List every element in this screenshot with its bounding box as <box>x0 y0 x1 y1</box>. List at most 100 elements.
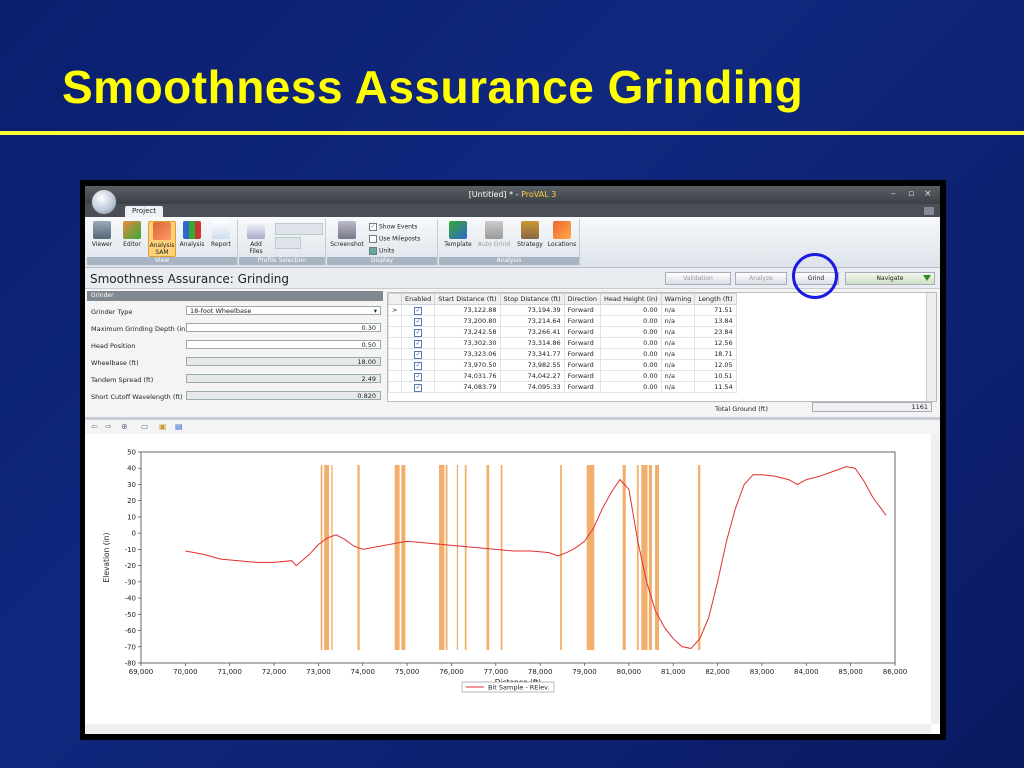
table-cell[interactable]: Forward <box>563 348 602 360</box>
strategy-button[interactable]: Strategy <box>515 221 545 248</box>
table-cell[interactable]: 0.00 <box>600 304 662 316</box>
tab-project[interactable]: Project <box>125 206 163 217</box>
row-header[interactable] <box>388 315 402 327</box>
enabled-checkbox[interactable]: ✓ <box>414 339 423 348</box>
table-cell[interactable]: 74,083.79 <box>434 381 501 393</box>
table-cell[interactable]: 0.00 <box>600 370 662 382</box>
table-cell[interactable]: 12.56 <box>694 337 737 349</box>
table-cell[interactable]: Forward <box>563 315 602 327</box>
enabled-checkbox[interactable]: ✓ <box>414 372 423 381</box>
table-cell[interactable]: 0.00 <box>600 326 662 338</box>
copy-icon[interactable]: ▣ <box>159 422 167 431</box>
validation-button[interactable]: Validation <box>665 272 731 285</box>
table-cell[interactable]: 74,031.76 <box>434 370 501 382</box>
analyze-button[interactable]: Analyze <box>735 272 787 285</box>
locations-button[interactable]: Locations <box>547 221 577 248</box>
table-cell[interactable]: Forward <box>563 370 602 382</box>
row-header[interactable] <box>388 326 402 338</box>
table-cell[interactable]: 73,341.77 <box>499 348 565 360</box>
table-cell[interactable]: n/a <box>660 315 696 327</box>
enabled-cell[interactable]: ✓ <box>400 381 436 393</box>
table-cell[interactable]: 73,214.64 <box>499 315 565 327</box>
table-cell[interactable]: n/a <box>660 381 696 393</box>
table-cell[interactable]: 0.00 <box>600 348 662 360</box>
enabled-cell[interactable]: ✓ <box>400 348 436 360</box>
enabled-cell[interactable]: ✓ <box>400 315 436 327</box>
table-cell[interactable]: 73,970.50 <box>434 359 501 371</box>
enabled-checkbox[interactable]: ✓ <box>414 383 423 392</box>
template-button[interactable]: Template <box>443 221 473 248</box>
table-row[interactable]: ✓ 73,970.50 73,982.55 Forward 0.00 n/a 12.05 <box>388 359 737 371</box>
use-mileposts-checkbox[interactable]: Use Mileposts <box>369 235 420 243</box>
current-row-indicator-icon[interactable]: > <box>388 304 402 316</box>
table-row[interactable]: ✓ 73,200.80 73,214.64 Forward 0.00 n/a 13.84 <box>388 315 737 327</box>
column-header[interactable]: Warning <box>660 293 696 305</box>
column-header[interactable]: Length (ft) <box>694 293 737 305</box>
table-cell[interactable]: 74,095.33 <box>499 381 565 393</box>
row-header[interactable] <box>388 359 402 371</box>
row-header[interactable] <box>388 381 402 393</box>
close-button[interactable]: × <box>924 189 932 199</box>
enabled-checkbox[interactable]: ✓ <box>414 350 423 359</box>
table-cell[interactable]: 0.00 <box>600 381 662 393</box>
viewer-button[interactable]: Viewer <box>89 221 115 248</box>
table-cell[interactable]: 0.00 <box>600 359 662 371</box>
enabled-cell[interactable]: ✓ <box>400 370 436 382</box>
table-cell[interactable]: 10.51 <box>694 370 737 382</box>
analysis-button[interactable]: Analysis <box>179 221 205 248</box>
max-grinding-depth-field[interactable]: 0.30 <box>186 323 381 332</box>
report-button[interactable]: Report <box>208 221 234 248</box>
column-header[interactable]: Stop Distance (ft) <box>499 293 565 305</box>
table-cell[interactable]: Forward <box>563 381 602 393</box>
table-cell[interactable]: 73,323.06 <box>434 348 501 360</box>
table-cell[interactable]: 73,982.55 <box>499 359 565 371</box>
table-cell[interactable]: Forward <box>563 337 602 349</box>
table-cell[interactable]: 74,042.27 <box>499 370 565 382</box>
table-cell[interactable]: 73,122.88 <box>434 304 501 316</box>
editor-button[interactable]: Editor <box>119 221 145 248</box>
table-row[interactable]: ✓ 73,242.58 73,266.41 Forward 0.00 n/a 23.84 <box>388 326 737 338</box>
table-cell[interactable]: 73,194.39 <box>499 304 565 316</box>
table-cell[interactable]: 13.84 <box>694 315 737 327</box>
auto-grind-button[interactable]: Auto Grind <box>477 221 511 248</box>
profile-link-icon[interactable] <box>275 237 301 249</box>
forward-arrow-icon[interactable]: ⇨ <box>105 422 112 431</box>
table-cell[interactable]: n/a <box>660 370 696 382</box>
table-row[interactable]: ✓ 74,083.79 74,095.33 Forward 0.00 n/a 11.54 <box>388 381 737 393</box>
table-cell[interactable]: 71.51 <box>694 304 737 316</box>
analysis-sam-button[interactable]: Analysis SAM <box>148 221 176 257</box>
enabled-checkbox[interactable]: ✓ <box>414 306 423 315</box>
row-header[interactable] <box>388 348 402 360</box>
restore-button[interactable]: ▫ <box>908 189 914 199</box>
enabled-cell[interactable]: ✓ <box>400 326 436 338</box>
column-header[interactable]: Direction <box>563 293 602 305</box>
table-scrollbar[interactable] <box>926 293 936 401</box>
show-events-checkbox[interactable]: ✓ Show Events <box>369 223 417 231</box>
table-cell[interactable]: 0.00 <box>600 315 662 327</box>
enabled-checkbox[interactable]: ✓ <box>414 361 423 370</box>
table-cell[interactable]: 73,266.41 <box>499 326 565 338</box>
table-row[interactable]: ✓ 73,323.06 73,341.77 Forward 0.00 n/a 18.71 <box>388 348 737 360</box>
back-arrow-icon[interactable]: ⇦ <box>91 422 98 431</box>
table-cell[interactable]: 73,200.80 <box>434 315 501 327</box>
table-row[interactable]: ✓ 73,302.30 73,314.86 Forward 0.00 n/a 12.56 <box>388 337 737 349</box>
minimize-button[interactable]: – <box>891 189 896 199</box>
add-files-button[interactable]: Add Files <box>243 221 269 255</box>
enabled-cell[interactable]: ✓ <box>400 359 436 371</box>
grinder-type-select[interactable]: 18-foot Wheelbase ▾ <box>186 306 381 315</box>
table-cell[interactable]: 0.00 <box>600 337 662 349</box>
table-cell[interactable]: n/a <box>660 359 696 371</box>
row-header[interactable] <box>388 370 402 382</box>
table-cell[interactable]: 12.05 <box>694 359 737 371</box>
table-cell[interactable]: 11.54 <box>694 381 737 393</box>
zoom-extent-icon[interactable]: ▭ <box>141 422 149 431</box>
column-header[interactable]: Head Height (in) <box>600 293 662 305</box>
table-cell[interactable]: 23.84 <box>694 326 737 338</box>
enabled-cell[interactable]: ✓ <box>400 304 436 316</box>
help-icon[interactable] <box>924 207 934 215</box>
table-cell[interactable]: n/a <box>660 326 696 338</box>
zoom-icon[interactable]: ⊕ <box>121 422 128 431</box>
table-cell[interactable]: Forward <box>563 326 602 338</box>
table-cell[interactable]: Forward <box>563 304 602 316</box>
navigate-dropdown[interactable]: Navigate <box>845 272 935 285</box>
